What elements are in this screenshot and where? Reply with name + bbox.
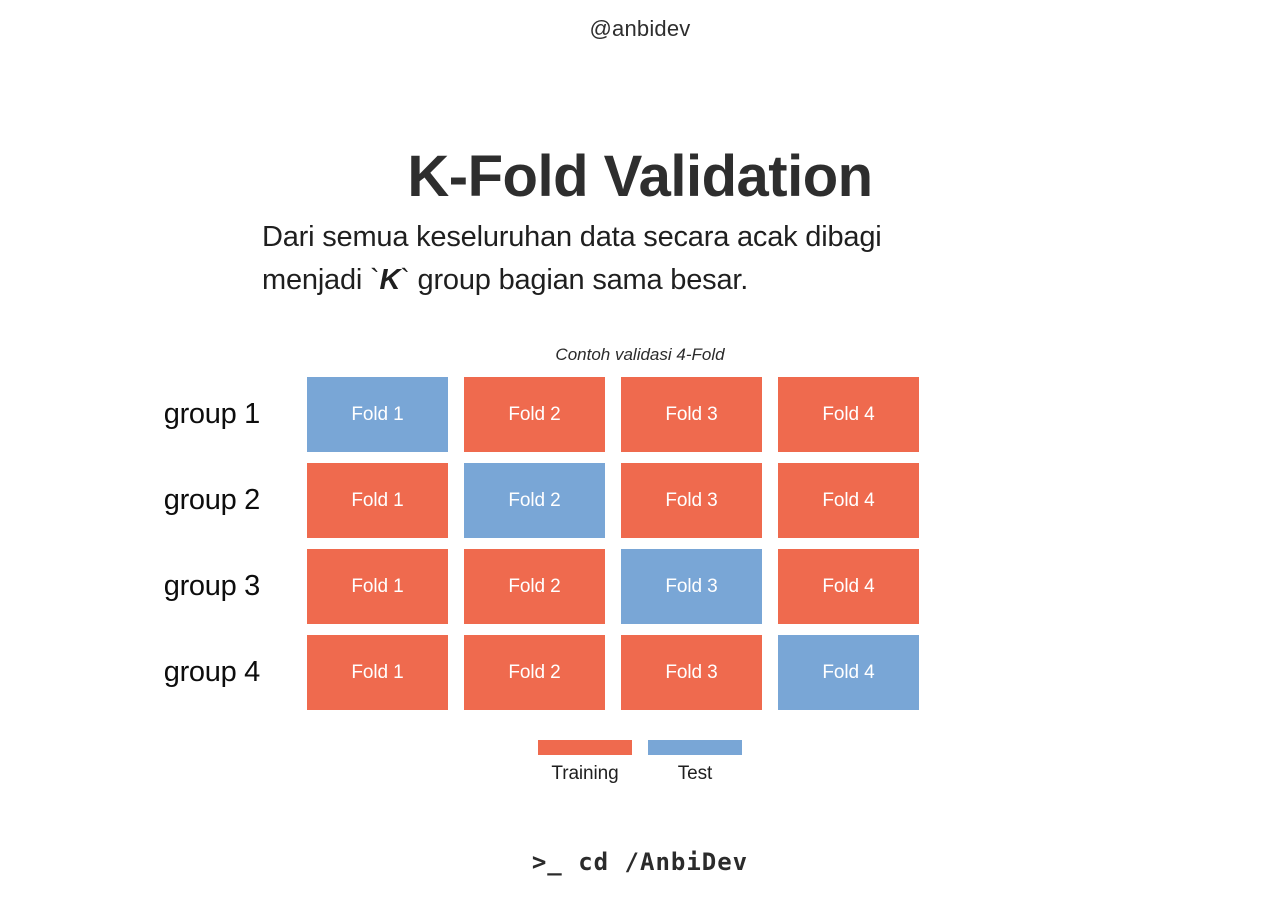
group-label: group 3 — [163, 570, 261, 602]
fold-cells: Fold 1 Fold 2 Fold 3 Fold 4 — [307, 549, 919, 624]
fold-row: group 4 Fold 1 Fold 2 Fold 3 Fold 4 — [0, 635, 1280, 710]
group-label: group 2 — [163, 484, 261, 516]
fold-cell-test: Fold 4 — [778, 635, 919, 710]
diagram-caption: Contoh validasi 4-Fold — [555, 345, 725, 364]
kfold-diagram: group 1 Fold 1 Fold 2 Fold 3 Fold 4 group 2 Fo… — [0, 377, 1280, 721]
author-handle: @anbidev — [589, 16, 691, 41]
fold-cell-training: Fold 3 — [621, 463, 762, 538]
fold-cell-training: Fold 1 — [307, 635, 448, 710]
terminal-footer: >_ cd /AnbiDev — [531, 848, 749, 876]
fold-cell-training: Fold 3 — [621, 377, 762, 452]
fold-cell-test: Fold 1 — [307, 377, 448, 452]
fold-row: group 3 Fold 1 Fold 2 Fold 3 Fold 4 — [0, 549, 1280, 624]
fold-cell-training: Fold 2 — [464, 635, 605, 710]
fold-cell-training: Fold 3 — [621, 635, 762, 710]
fold-cells: Fold 1 Fold 2 Fold 3 Fold 4 — [307, 377, 919, 452]
fold-row: group 2 Fold 1 Fold 2 Fold 3 Fold 4 — [0, 463, 1280, 538]
legend-swatch-training — [538, 740, 632, 755]
page-title: K-Fold Validation — [407, 143, 873, 209]
fold-cell-test: Fold 3 — [621, 549, 762, 624]
group-label: group 1 — [163, 398, 261, 430]
fold-cell-training: Fold 4 — [778, 463, 919, 538]
fold-cell-training: Fold 1 — [307, 549, 448, 624]
fold-row: group 1 Fold 1 Fold 2 Fold 3 Fold 4 — [0, 377, 1280, 452]
description-line-2-suffix: ` group bagian sama besar. — [400, 263, 749, 296]
description-line-1: Dari semua keseluruhan data secara acak … — [262, 221, 882, 253]
legend: Training Test — [0, 740, 1280, 785]
fold-cell-training: Fold 2 — [464, 549, 605, 624]
legend-label: Training — [551, 763, 619, 784]
fold-cells: Fold 1 Fold 2 Fold 3 Fold 4 — [307, 635, 919, 710]
legend-swatch-test — [648, 740, 742, 755]
k-variable-highlight: K — [379, 263, 401, 296]
legend-item: Training — [538, 740, 632, 785]
fold-cell-training: Fold 4 — [778, 549, 919, 624]
fold-cell-test: Fold 2 — [464, 463, 605, 538]
fold-cells: Fold 1 Fold 2 Fold 3 Fold 4 — [307, 463, 919, 538]
fold-cell-training: Fold 4 — [778, 377, 919, 452]
fold-cell-training: Fold 2 — [464, 377, 605, 452]
fold-cell-training: Fold 1 — [307, 463, 448, 538]
legend-item: Test — [648, 740, 742, 785]
description-line-2-prefix: menjadi ` — [262, 263, 380, 296]
group-label: group 4 — [163, 656, 261, 688]
legend-label: Test — [677, 763, 713, 784]
description-text: Dari semua keseluruhan data secara acak … — [262, 216, 1052, 302]
